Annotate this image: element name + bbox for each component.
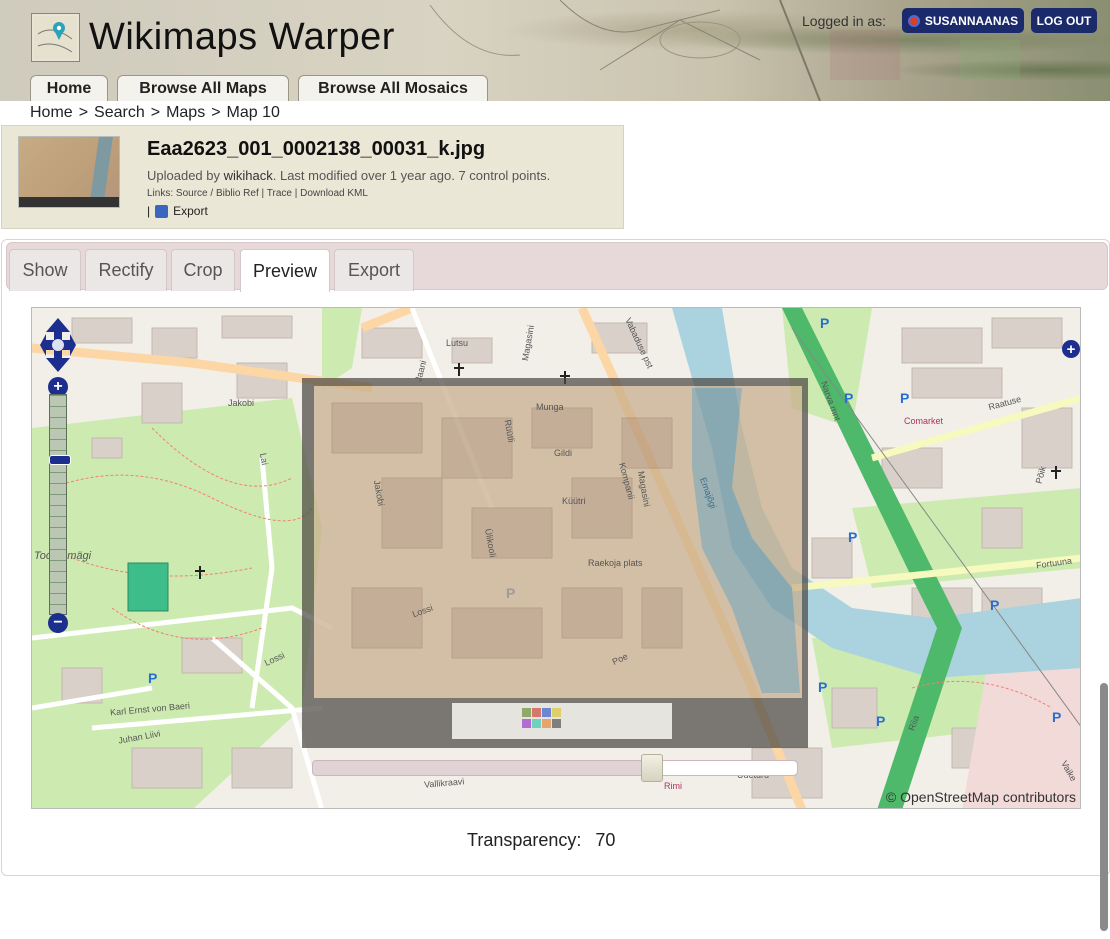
nav-tab-home[interactable]: Home <box>30 75 108 101</box>
pan-control-icon[interactable] <box>40 318 76 372</box>
logged-in-label: Logged in as: <box>802 13 887 29</box>
map-label: Küütri <box>562 496 586 506</box>
export-separator: | <box>147 204 151 218</box>
transparency-label: Transparency: <box>467 830 582 850</box>
export-label: Export <box>173 204 208 218</box>
map-thumbnail[interactable] <box>18 136 120 208</box>
nav-tab-browse-mosaics[interactable]: Browse All Mosaics <box>298 75 488 101</box>
map-label: Comarket <box>904 416 944 426</box>
map-export-link[interactable]: | Export <box>147 204 208 218</box>
uploader-link[interactable]: wikihack <box>224 168 273 183</box>
map-label: Raekoja plats <box>588 558 643 568</box>
transparency-value: 70 <box>595 830 616 850</box>
transparency-slider-remainder <box>663 761 797 775</box>
zoom-slider-track[interactable] <box>49 394 71 615</box>
map-info-box: Eaa2623_001_0002138_00031_k.jpg Uploaded… <box>1 125 624 229</box>
breadcrumb-separator: > <box>211 104 221 121</box>
map-label: Gildi <box>554 448 573 458</box>
map-title: Eaa2623_001_0002138_00031_k.jpg <box>147 138 486 160</box>
link-trace[interactable]: Trace <box>267 188 292 199</box>
export-icon <box>155 204 169 218</box>
map-label: Jakobi <box>228 398 255 408</box>
layer-switcher-icon[interactable]: + <box>1062 340 1080 358</box>
links-label: Links: <box>147 188 174 199</box>
user-name: SUSANNAANAS <box>924 13 1019 28</box>
link-separator: / <box>210 188 214 199</box>
breadcrumb-separator: > <box>78 104 89 121</box>
historic-map-overlay <box>302 378 808 748</box>
user-profile-button[interactable]: SUSANNAANAS <box>902 8 1024 33</box>
user-icon <box>907 14 920 27</box>
site-logo[interactable] <box>31 13 80 62</box>
link-download-kml[interactable]: Download KML <box>300 188 368 199</box>
map-upload-meta: Uploaded by wikihack. Last modified over… <box>147 168 550 183</box>
tab-show[interactable]: Show <box>9 249 81 291</box>
tab-preview[interactable]: Preview <box>240 249 330 292</box>
tab-crop[interactable]: Crop <box>171 249 235 291</box>
map-links: Links: Source / Biblio Ref | Trace | Dow… <box>147 188 368 199</box>
tab-export[interactable]: Export <box>334 249 414 291</box>
logo-map-pin-icon <box>34 16 77 59</box>
link-source[interactable]: Source <box>176 188 208 199</box>
osm-attribution[interactable]: © OpenStreetMap contributors <box>886 789 1076 805</box>
page-scrollbar[interactable] <box>1100 683 1108 931</box>
breadcrumb-search[interactable]: Search <box>94 104 145 122</box>
breadcrumb-home[interactable]: Home <box>30 104 73 122</box>
map-label: Lai <box>258 452 270 466</box>
transparency-slider-handle[interactable] <box>641 754 663 782</box>
zoom-out-button[interactable]: − <box>48 613 68 633</box>
zoom-control: + − <box>48 377 71 633</box>
breadcrumb-current: Map 10 <box>226 104 280 121</box>
zoom-slider-handle[interactable] <box>49 455 71 465</box>
breadcrumb: Home > Search > Maps > Map 10 <box>30 104 280 122</box>
thumbnail-colorbar <box>19 197 119 207</box>
transparency-slider[interactable] <box>312 754 798 782</box>
map-label: Lutsu <box>446 338 469 348</box>
uploaded-prefix: Uploaded by <box>147 168 220 183</box>
link-biblio-ref[interactable]: Biblio Ref <box>216 188 259 199</box>
nav-tab-browse-maps[interactable]: Browse All Maps <box>117 75 289 101</box>
logout-button[interactable]: LOG OUT <box>1031 8 1097 33</box>
site-title[interactable]: Wikimaps Warper <box>89 16 395 59</box>
transparency-readout: Transparency: 70 <box>467 830 615 851</box>
tab-rectify[interactable]: Rectify <box>85 249 167 291</box>
uploaded-suffix: . Last modified over 1 year ago. 7 contr… <box>272 168 551 183</box>
link-separator: | <box>294 188 298 199</box>
breadcrumb-separator: > <box>150 104 161 121</box>
preview-map[interactable]: PPP PPP PPP P <box>31 307 1081 809</box>
map-label: Rimi <box>664 781 682 791</box>
breadcrumb-maps[interactable]: Maps <box>166 104 205 122</box>
map-label: Munga <box>536 402 564 412</box>
site-header: Wikimaps Warper Logged in as: SUSANNAANA… <box>0 0 1110 101</box>
link-separator: | <box>261 188 265 199</box>
